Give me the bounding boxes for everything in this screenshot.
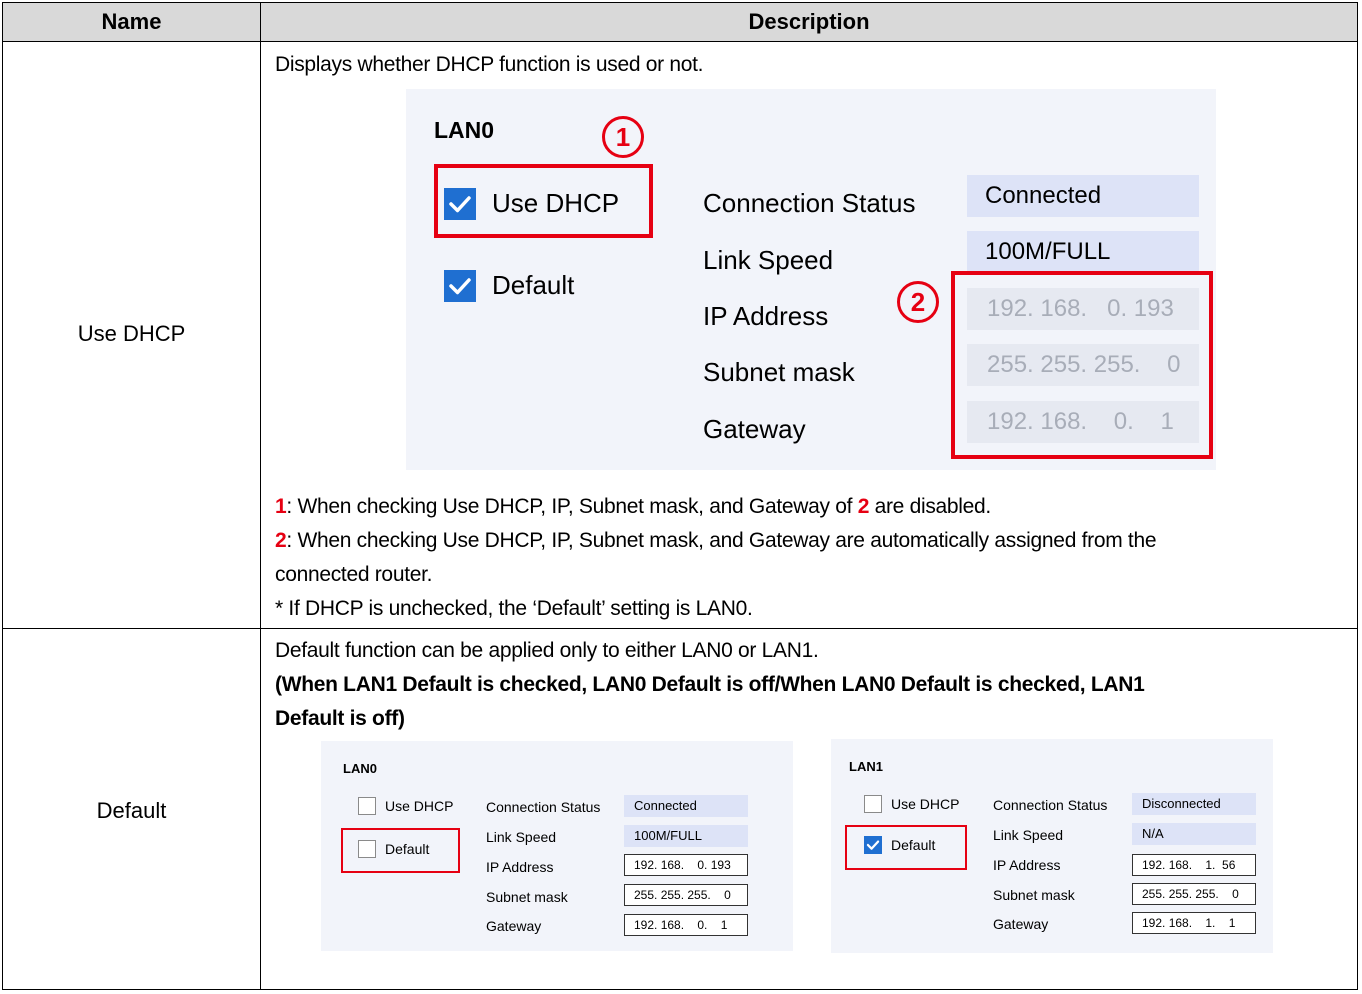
link-speed-label: Link Speed [703, 245, 834, 275]
connection-status-label: Connection Status [703, 188, 916, 218]
lan1-link-speed-value: N/A [1132, 823, 1256, 845]
lan1-ip-address-label: IP Address [993, 857, 1061, 873]
lan1-connection-status-label: Connection Status [993, 797, 1108, 813]
lan1-connection-status-value: Disconnected [1132, 793, 1256, 815]
row-name-use-dhcp: Use DHCP [77, 321, 186, 346]
lan0-default-highlight [341, 828, 460, 873]
header-name: Name [101, 9, 162, 34]
panel-title: LAN0 [434, 117, 495, 143]
default-note-line-1: (When LAN1 Default is checked, LAN0 Defa… [275, 673, 1145, 696]
lan0-link-speed-value: 100M/FULL [624, 825, 748, 847]
lan1-subnet-mask-label: Subnet mask [993, 887, 1075, 903]
highlight-box-2 [951, 271, 1213, 459]
default-intro: Default function can be applied only to … [275, 639, 819, 662]
lan0-use-dhcp-checkbox[interactable] [358, 797, 376, 815]
lan1-subnet-mask-field[interactable]: 255. 255. 255. 0 [1132, 883, 1256, 905]
link-speed-value: 100M/FULL [967, 231, 1199, 273]
note-1-number: 1 [275, 495, 287, 518]
lan0-connection-status-value: Connected [624, 795, 748, 817]
marker-1: 1 [602, 116, 644, 158]
lan1-default-highlight [845, 825, 967, 870]
lan1-gateway-field[interactable]: 192. 168. 1. 1 [1132, 912, 1256, 934]
lan0-gateway-label: Gateway [486, 918, 542, 934]
note-2-number: 2 [275, 529, 287, 552]
default-label: Default [492, 270, 575, 300]
default-note-line-2: Default is off) [275, 707, 405, 730]
lan1-default-panel: LAN1 Use DHCP Default Connection Status … [831, 739, 1273, 953]
highlight-box-1 [434, 164, 653, 238]
lan0-ip-address-label: IP Address [486, 859, 554, 875]
lan1-ip-address-field[interactable]: 192. 168. 1. 56 [1132, 854, 1256, 876]
ip-address-label: IP Address [703, 301, 829, 331]
row-divider [3, 628, 1357, 629]
subnet-mask-label: Subnet mask [703, 357, 855, 387]
use-dhcp-intro: Displays whether DHCP function is used o… [275, 53, 704, 76]
lan0-default-panel: LAN0 Use DHCP Default Connection Status … [321, 741, 793, 951]
spec-table: Name Description Use DHCP Displays wheth… [2, 2, 1358, 990]
note-1-ref: 2 [857, 495, 870, 518]
header-description: Description [748, 9, 870, 34]
lan1-gateway-label: Gateway [993, 916, 1049, 932]
lan0-link-speed-label: Link Speed [486, 829, 557, 845]
note-1-tail: are disabled. [869, 495, 992, 518]
lan0-use-dhcp-label: Use DHCP [385, 798, 454, 814]
note-1: 1: When checking Use DHCP, IP, Subnet ma… [275, 495, 991, 519]
lan0-gateway-field[interactable]: 192. 168. 0. 1 [624, 914, 748, 936]
marker-2: 2 [897, 281, 939, 323]
note-3: * If DHCP is unchecked, the ‘Default’ se… [275, 597, 753, 620]
lan0-subnet-mask-label: Subnet mask [486, 889, 568, 905]
lan0-connection-status-label: Connection Status [486, 799, 601, 815]
lan0-subnet-mask-field[interactable]: 255. 255. 255. 0 [624, 884, 748, 906]
gateway-label: Gateway [703, 414, 806, 444]
lan0-ip-address-field[interactable]: 192. 168. 0. 193 [624, 854, 748, 876]
note-2-continued: connected router. [275, 563, 433, 586]
column-divider [260, 3, 261, 989]
connection-status-value: Connected [967, 175, 1199, 217]
note-1-text: : When checking Use DHCP, IP, Subnet mas… [286, 495, 858, 518]
lan0-title: LAN0 [343, 761, 377, 776]
lan0-settings-panel: LAN0 Use DHCP Default Connection Status … [406, 89, 1216, 470]
note-2: 2: When checking Use DHCP, IP, Subnet ma… [275, 529, 1157, 553]
lan1-use-dhcp-label: Use DHCP [891, 796, 960, 812]
header-divider [3, 41, 1357, 42]
note-2-text: : When checking Use DHCP, IP, Subnet mas… [286, 529, 1157, 552]
lan1-link-speed-label: Link Speed [993, 827, 1064, 843]
lan1-title: LAN1 [849, 759, 883, 774]
row-name-default: Default [96, 798, 167, 823]
default-checkbox[interactable] [444, 270, 476, 302]
lan1-use-dhcp-checkbox[interactable] [864, 795, 882, 813]
